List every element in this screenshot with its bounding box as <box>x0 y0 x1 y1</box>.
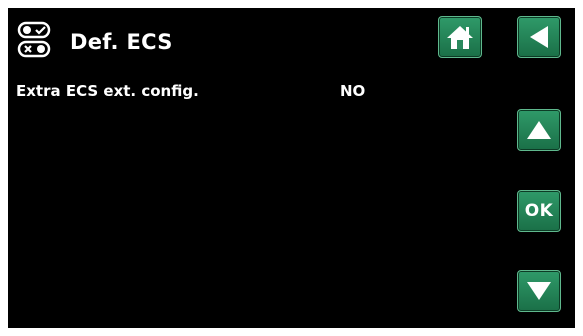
page-header: Def. ECS <box>16 16 436 62</box>
page-title: Def. ECS <box>70 30 173 54</box>
back-arrow-icon <box>527 24 551 50</box>
home-button[interactable] <box>438 16 482 58</box>
setting-label: Extra ECS ext. config. <box>16 82 199 100</box>
back-button[interactable] <box>517 16 561 58</box>
down-arrow-icon <box>525 279 553 303</box>
up-arrow-icon <box>525 118 553 142</box>
home-icon <box>445 23 475 51</box>
settings-toggle-icon <box>16 20 60 60</box>
scroll-up-button[interactable] <box>517 109 561 151</box>
display-screen: Def. ECS Extra ECS ext. config. NO OK <box>8 8 575 328</box>
ok-label: OK <box>524 201 554 221</box>
ok-button[interactable]: OK <box>517 190 561 232</box>
setting-row-extra-ecs[interactable]: Extra ECS ext. config. NO <box>16 82 496 104</box>
scroll-down-button[interactable] <box>517 270 561 312</box>
setting-value[interactable]: NO <box>340 82 365 100</box>
